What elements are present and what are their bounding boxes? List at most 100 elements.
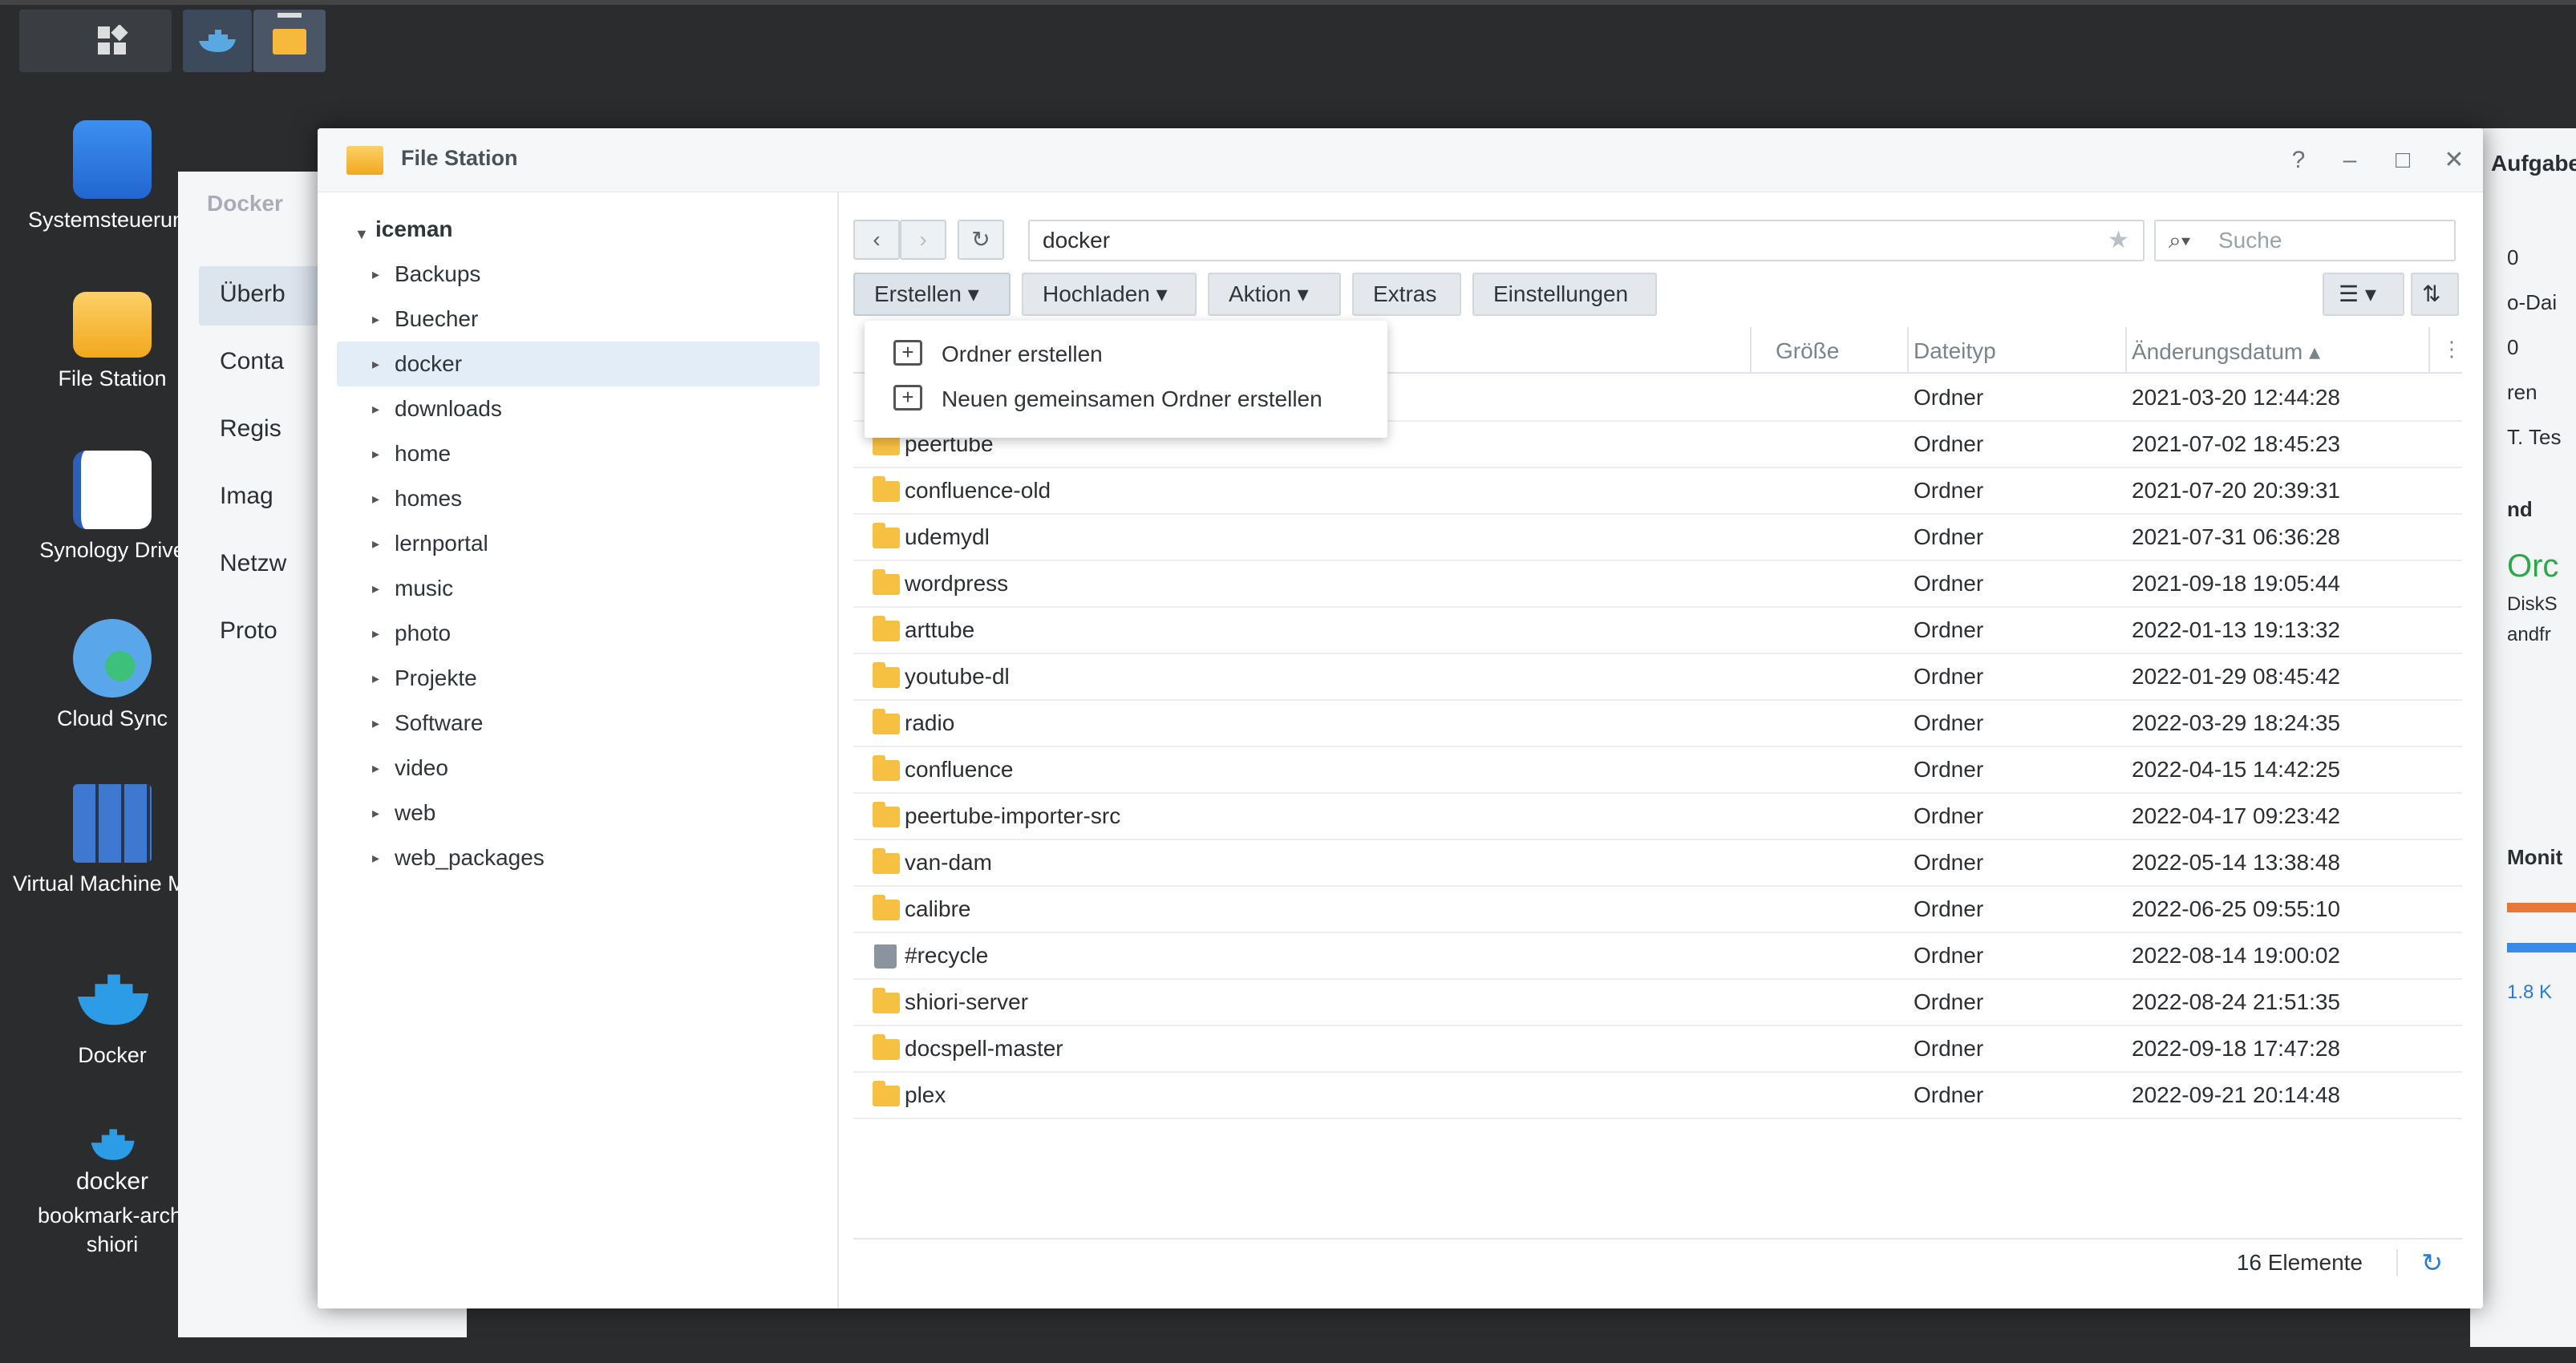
file-type: Ordner bbox=[1914, 757, 1984, 782]
tree-item[interactable]: lernportal bbox=[395, 523, 488, 564]
folder-icon bbox=[273, 29, 306, 55]
create-button[interactable]: Erstellen ▾ bbox=[853, 273, 1011, 316]
chevron-right-icon[interactable]: ▸ bbox=[372, 702, 379, 744]
tree-item[interactable]: music bbox=[395, 568, 453, 609]
tree-item[interactable]: Projekte bbox=[395, 657, 477, 699]
search-icon[interactable]: ⌕▾ bbox=[2169, 228, 2190, 254]
folder-icon bbox=[873, 848, 900, 874]
docker-nav-item[interactable]: Proto bbox=[220, 617, 277, 645]
window-title: File Station bbox=[401, 146, 518, 170]
folder-icon bbox=[873, 662, 900, 688]
taskbar-docker-button[interactable] bbox=[183, 10, 252, 72]
docker-nav-item[interactable]: Überb bbox=[220, 281, 286, 308]
help-button[interactable]: ? bbox=[2281, 143, 2316, 178]
file-name: docspell-master bbox=[905, 1036, 1063, 1061]
chevron-right-icon[interactable]: ▸ bbox=[372, 298, 379, 340]
file-modified: 2022-01-13 19:13:32 bbox=[2132, 617, 2340, 642]
tree-item[interactable]: web bbox=[395, 792, 435, 834]
docker-nav-item[interactable]: Conta bbox=[220, 348, 284, 375]
chevron-right-icon[interactable]: ▸ bbox=[372, 343, 379, 385]
refresh-icon[interactable]: ↻ bbox=[2421, 1240, 2443, 1286]
col-size[interactable]: Größe bbox=[1776, 338, 1839, 364]
maximize-button[interactable]: □ bbox=[2385, 143, 2420, 178]
menu-item-create-folder[interactable]: Ordner erstellen bbox=[942, 342, 1103, 367]
col-type[interactable]: Dateityp bbox=[1914, 338, 1996, 364]
view-list-button[interactable]: ☰ ▾ bbox=[2323, 273, 2404, 316]
chevron-right-icon[interactable]: ▸ bbox=[372, 478, 379, 520]
table-row[interactable]: confluence-old Ordner 2021-07-20 20:39:31 bbox=[853, 468, 2462, 515]
tree-item[interactable]: web_packages bbox=[395, 837, 545, 879]
main-menu-button[interactable] bbox=[19, 10, 172, 72]
table-row[interactable]: #recycle Ordner 2022-08-14 19:00:02 bbox=[853, 933, 2462, 980]
tree-item[interactable]: downloads bbox=[395, 388, 502, 430]
minimize-button[interactable]: – bbox=[2332, 143, 2367, 178]
menu-item-create-shared-folder[interactable]: Neuen gemeinsamen Ordner erstellen bbox=[942, 386, 1322, 412]
status-bar: 16 Elemente ↻ bbox=[853, 1238, 2462, 1284]
sort-button[interactable]: ⇅ bbox=[2411, 273, 2459, 316]
control-panel-icon bbox=[73, 120, 152, 199]
refresh-button[interactable]: ↻ bbox=[958, 220, 1004, 260]
tree-item[interactable]: Software bbox=[395, 702, 484, 744]
table-row[interactable]: peertube-importer-src Ordner 2022-04-17 09… bbox=[853, 794, 2462, 840]
drive-icon bbox=[73, 451, 152, 529]
forward-button[interactable]: › bbox=[900, 220, 946, 260]
tree-item[interactable]: homes bbox=[395, 478, 462, 520]
table-row[interactable]: plex Ordner 2022-09-21 20:14:48 bbox=[853, 1073, 2462, 1119]
table-row[interactable]: calibre Ordner 2022-06-25 09:55:10 bbox=[853, 887, 2462, 933]
search-input[interactable]: Suche bbox=[2154, 220, 2456, 261]
chevron-right-icon[interactable]: ▸ bbox=[372, 613, 379, 654]
file-modified: 2022-08-14 19:00:02 bbox=[2132, 943, 2340, 968]
item-count: 16 Elemente bbox=[2236, 1250, 2363, 1275]
table-row[interactable]: shiori-server Ordner 2022-08-24 21:51:35 bbox=[853, 980, 2462, 1026]
docker-nav-item[interactable]: Imag bbox=[220, 483, 273, 510]
upload-button[interactable]: Hochladen ▾ bbox=[1022, 273, 1197, 316]
table-row[interactable]: van-dam Ordner 2022-05-14 13:38:48 bbox=[853, 840, 2462, 887]
task-text: o-Dai bbox=[2507, 290, 2558, 314]
usage-bar bbox=[2507, 903, 2576, 912]
tree-item[interactable]: photo bbox=[395, 613, 451, 654]
file-modified: 2022-04-15 14:42:25 bbox=[2132, 757, 2340, 782]
file-name: confluence-old bbox=[905, 478, 1051, 503]
chevron-right-icon[interactable]: ▸ bbox=[372, 657, 379, 699]
chevron-right-icon[interactable]: ▸ bbox=[372, 837, 379, 879]
table-row[interactable]: radio Ordner 2022-03-29 18:24:35 bbox=[853, 701, 2462, 747]
tree-item[interactable]: Buecher bbox=[395, 298, 478, 340]
table-row[interactable]: arttube Ordner 2022-01-13 19:13:32 bbox=[853, 608, 2462, 654]
chevron-right-icon[interactable]: ▸ bbox=[372, 523, 379, 564]
docker-icon bbox=[77, 974, 149, 1025]
tree-item[interactable]: video bbox=[395, 747, 448, 789]
tree-item[interactable]: Backups bbox=[395, 253, 480, 295]
chevron-right-icon[interactable]: ▸ bbox=[372, 792, 379, 834]
path-input[interactable]: docker bbox=[1028, 220, 2145, 261]
tree-root[interactable]: iceman bbox=[375, 208, 453, 250]
close-button[interactable]: ✕ bbox=[2436, 143, 2472, 178]
taskbar bbox=[0, 0, 2576, 74]
table-row[interactable]: confluence Ordner 2022-04-15 14:42:25 bbox=[853, 747, 2462, 794]
action-button[interactable]: Aktion ▾ bbox=[1208, 273, 1341, 316]
chevron-right-icon[interactable]: ▸ bbox=[372, 388, 379, 430]
taskbar-filestation-button[interactable] bbox=[253, 10, 326, 72]
chevron-right-icon[interactable]: ▸ bbox=[372, 433, 379, 475]
table-row[interactable]: wordpress Ordner 2021-09-18 19:05:44 bbox=[853, 561, 2462, 608]
extras-label: Extras bbox=[1373, 281, 1437, 306]
settings-button[interactable]: Einstellungen bbox=[1472, 273, 1657, 316]
extras-button[interactable]: Extras ▾ bbox=[1352, 273, 1461, 346]
table-row[interactable]: docspell-master Ordner 2022-09-18 17:47:28 bbox=[853, 1026, 2462, 1073]
column-menu-icon[interactable]: ⋮ bbox=[2441, 337, 2462, 362]
back-button[interactable]: ‹ bbox=[853, 220, 900, 260]
file-modified: 2022-05-14 13:38:48 bbox=[2132, 850, 2340, 875]
task-text: ren bbox=[2507, 380, 2538, 404]
chevron-right-icon[interactable]: ▸ bbox=[372, 747, 379, 789]
docker-nav-item[interactable]: Regis bbox=[220, 415, 281, 443]
col-modified[interactable]: Änderungsdatum ▴ bbox=[2132, 338, 2320, 365]
tree-item[interactable]: home bbox=[395, 433, 451, 475]
table-row[interactable]: udemydl Ordner 2021-07-31 06:36:28 bbox=[853, 515, 2462, 561]
chevron-down-icon[interactable]: ▼ bbox=[354, 213, 369, 255]
chevron-right-icon[interactable]: ▸ bbox=[372, 568, 379, 609]
table-row[interactable]: youtube-dl Ordner 2022-01-29 08:45:42 bbox=[853, 654, 2462, 701]
star-icon[interactable]: ★ bbox=[2108, 226, 2129, 254]
chevron-right-icon[interactable]: ▸ bbox=[372, 253, 379, 295]
tree-item[interactable]: docker bbox=[395, 343, 462, 385]
create-label: Erstellen bbox=[874, 281, 962, 306]
docker-nav-item[interactable]: Netzw bbox=[220, 550, 286, 577]
